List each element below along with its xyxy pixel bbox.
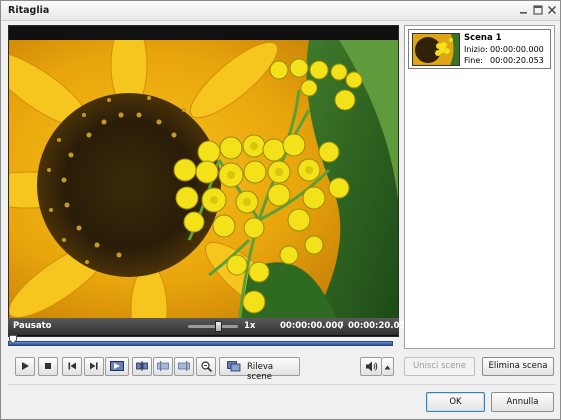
- speed-value: 1x: [244, 321, 256, 331]
- time-separator: /: [340, 321, 344, 331]
- speaker-icon: [365, 361, 377, 372]
- ok-button[interactable]: OK: [426, 392, 485, 412]
- video-frame-image: [9, 40, 398, 327]
- scene-name: Scena 1: [464, 33, 502, 43]
- total-time: 00:00:20.053: [348, 321, 412, 331]
- add-scene-button[interactable]: [105, 357, 129, 376]
- mark-end-button[interactable]: [174, 357, 194, 376]
- stop-icon: [45, 363, 51, 369]
- footer-divider: [8, 384, 555, 385]
- next-button[interactable]: [84, 357, 104, 376]
- zoom-button[interactable]: [196, 357, 216, 376]
- timeline-track[interactable]: [8, 341, 393, 346]
- close-icon[interactable]: [546, 4, 558, 16]
- chevron-up-icon: [384, 365, 391, 370]
- next-icon: [90, 362, 98, 370]
- minimize-icon[interactable]: [518, 4, 530, 16]
- split-scene-icon: [136, 361, 148, 371]
- scene-list[interactable]: Scena 1 Inizio: 00:00:00.000 Fine: 00:00…: [404, 25, 555, 349]
- speed-slider-thumb[interactable]: [215, 321, 222, 332]
- scene-list-item[interactable]: Scena 1 Inizio: 00:00:00.000 Fine: 00:00…: [408, 29, 551, 69]
- delete-scene-button[interactable]: Elimina scena: [482, 357, 554, 376]
- crop-dialog: Ritaglia Pausato 1x 00:00:00.000 / 00:00…: [0, 0, 561, 420]
- video-preview[interactable]: [8, 25, 399, 337]
- previous-icon: [68, 362, 76, 370]
- title-bar[interactable]: Ritaglia: [1, 1, 560, 21]
- cancel-button[interactable]: Annulla: [491, 392, 554, 412]
- detect-scenes-icon: [227, 361, 241, 372]
- split-scene-button[interactable]: [132, 357, 152, 376]
- zoom-icon: [200, 361, 212, 372]
- window-title: Ritaglia: [8, 5, 50, 16]
- mark-start-button[interactable]: [153, 357, 173, 376]
- detect-scenes-button[interactable]: Rileva scene: [219, 357, 300, 382]
- scene-thumbnail: [412, 33, 460, 66]
- play-button[interactable]: [15, 357, 35, 376]
- scene-end-label: Fine:: [464, 56, 483, 65]
- merge-scenes-button[interactable]: Unisci scene: [404, 357, 475, 376]
- maximize-icon[interactable]: [532, 4, 544, 16]
- mark-end-icon: [178, 361, 190, 371]
- scene-start-value: 00:00:00.000: [490, 45, 544, 54]
- detect-scenes-label: Rileva scene: [247, 362, 274, 382]
- mark-start-icon: [157, 361, 169, 371]
- current-time: 00:00:00.000: [280, 321, 344, 331]
- volume-button[interactable]: [360, 357, 382, 376]
- stop-button[interactable]: [38, 357, 58, 376]
- speed-slider[interactable]: [188, 325, 238, 328]
- scene-start-label: Inizio:: [464, 45, 488, 54]
- playback-status: Pausato: [13, 321, 52, 331]
- scene-end-value: 00:00:20.053: [490, 56, 544, 65]
- volume-dropdown[interactable]: [382, 357, 394, 376]
- add-scene-icon: [110, 361, 124, 371]
- playback-status-bar: Pausato 1x 00:00:00.000 / 00:00:20.053: [8, 318, 411, 335]
- play-icon: [22, 362, 29, 370]
- previous-button[interactable]: [62, 357, 82, 376]
- timeline-position-marker[interactable]: [9, 335, 17, 344]
